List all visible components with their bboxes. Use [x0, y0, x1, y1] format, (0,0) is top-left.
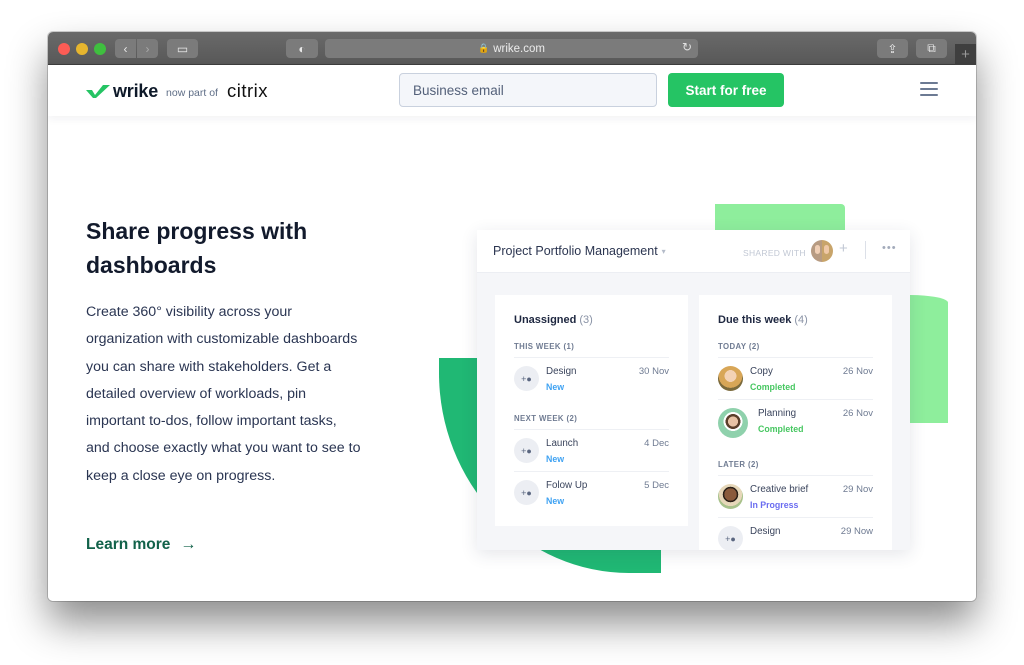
group-label: LATER (2): [718, 460, 873, 476]
task-item[interactable]: Planning Completed 26 Nov: [718, 400, 873, 446]
hamburger-icon[interactable]: [920, 82, 938, 96]
back-button[interactable]: ‹: [115, 39, 136, 58]
share-button[interactable]: ⇪: [877, 39, 908, 58]
forward-button[interactable]: ›: [137, 39, 158, 58]
address-bar[interactable]: 🔒 wrike.com ↻: [325, 39, 698, 58]
new-tab-button[interactable]: +: [955, 44, 976, 65]
site-header: wrike now part of citrix Start for free: [48, 65, 976, 116]
caret-down-icon: ▾: [661, 247, 666, 256]
close-window-button[interactable]: [58, 43, 70, 55]
column-unassigned: Unassigned (3) THIS WEEK (1) +● Design Ne…: [495, 295, 688, 526]
sidebar-toggle-button[interactable]: ▭: [167, 39, 198, 58]
minimize-window-button[interactable]: [76, 43, 88, 55]
tabs-icon: ⧉: [927, 41, 936, 55]
user-avatar: [718, 366, 743, 391]
task-item[interactable]: +● Design 29 Now: [718, 518, 873, 550]
group-label: THIS WEEK (1): [514, 342, 669, 358]
task-date: 29 Now: [840, 526, 873, 537]
plus-icon: +: [961, 46, 970, 63]
chevron-left-icon: ‹: [123, 41, 128, 56]
column-title-text: Unassigned: [514, 314, 577, 326]
task-item[interactable]: Creative brief In Progress 29 Nov: [718, 476, 873, 518]
column-count: (4): [794, 314, 808, 326]
user-avatar: [718, 484, 743, 509]
maximize-window-button[interactable]: [94, 43, 106, 55]
learn-more-label: Learn more: [86, 536, 171, 553]
more-options-icon[interactable]: •••: [882, 242, 897, 254]
task-date: 29 Nov: [842, 484, 873, 495]
tab-overview-button[interactable]: ⧉: [916, 39, 947, 58]
hero-description: Create 360° visibility across your organ…: [86, 304, 361, 484]
share-icon: ⇪: [887, 41, 898, 56]
dashboard-title[interactable]: Project Portfolio Management ▾: [493, 244, 666, 258]
now-part-of-text: now part of: [166, 86, 218, 99]
lock-icon: 🔒: [478, 43, 490, 53]
dashboard-preview: Project Portfolio Management ▾ SHARED WIT…: [477, 230, 910, 550]
dashboard-header: Project Portfolio Management ▾ SHARED WIT…: [477, 230, 910, 273]
user-avatar: [718, 408, 748, 438]
add-user-icon[interactable]: +●: [514, 480, 539, 505]
shared-users-avatar[interactable]: [811, 240, 833, 262]
reload-icon[interactable]: ↻: [682, 40, 692, 54]
task-date: 26 Nov: [842, 408, 873, 419]
decorative-shape-right: [910, 295, 948, 423]
task-item[interactable]: Copy Completed 26 Nov: [718, 358, 873, 400]
dashboard-title-text: Project Portfolio Management: [493, 244, 658, 258]
task-date: 26 Nov: [842, 366, 873, 377]
citrix-logo: citrix: [226, 80, 269, 101]
header-divider: [865, 241, 866, 259]
task-status: New: [546, 382, 565, 392]
group-label: TODAY (2): [718, 342, 873, 358]
task-date: 5 Dec: [644, 480, 669, 491]
learn-more-link[interactable]: Learn more →: [86, 536, 196, 554]
column-count: (3): [579, 314, 593, 326]
task-item[interactable]: +● Design New 30 Nov: [514, 358, 669, 400]
add-user-icon[interactable]: +●: [514, 366, 539, 391]
arrow-right-icon: →: [180, 536, 197, 553]
add-user-icon[interactable]: +●: [718, 526, 743, 550]
task-status: Completed: [758, 424, 804, 434]
chevron-right-icon: ›: [145, 41, 150, 56]
decorative-shape-top: [715, 204, 845, 232]
start-for-free-button[interactable]: Start for free: [668, 73, 784, 107]
browser-window: ‹ › ▭ ◐ 🔒 wrike.com ↻ ⇪ ⧉ + wrike now pa…: [48, 32, 976, 601]
task-item[interactable]: +● Folow Up New 5 Dec: [514, 472, 669, 514]
shared-with-label: SHARED WITH: [743, 248, 806, 258]
task-status: In Progress: [750, 500, 799, 510]
task-date: 4 Dec: [644, 438, 669, 449]
column-due-this-week: Due this week (4) TODAY (2) Copy Complete…: [699, 295, 892, 550]
task-status: Completed: [750, 382, 796, 392]
sidebar-icon: ▭: [176, 41, 189, 56]
column-title-text: Due this week: [718, 314, 792, 326]
wrike-logo[interactable]: wrike now part of citrix: [86, 80, 268, 102]
wrike-check-icon: [86, 85, 110, 98]
browser-toolbar: ‹ › ▭ ◐ 🔒 wrike.com ↻ ⇪ ⧉ +: [48, 32, 976, 65]
task-date: 30 Nov: [638, 366, 669, 377]
privacy-report-button[interactable]: ◐: [286, 39, 318, 58]
page-viewport: wrike now part of citrix Start for free …: [48, 65, 976, 601]
url-text: wrike.com: [493, 42, 545, 55]
column-title: Unassigned (3): [514, 314, 669, 326]
shield-icon: ◐: [298, 41, 306, 56]
column-title: Due this week (4): [718, 314, 873, 326]
hero-title: Share progress with dashboards: [86, 218, 308, 278]
task-status: New: [546, 496, 565, 506]
task-status: New: [546, 454, 565, 464]
logo-wordmark: wrike: [113, 80, 159, 101]
group-label: NEXT WEEK (2): [514, 414, 669, 430]
business-email-input[interactable]: [399, 73, 657, 107]
add-share-icon[interactable]: +: [839, 240, 848, 257]
add-user-icon[interactable]: +●: [514, 438, 539, 463]
task-item[interactable]: +● Launch New 4 Dec: [514, 430, 669, 472]
